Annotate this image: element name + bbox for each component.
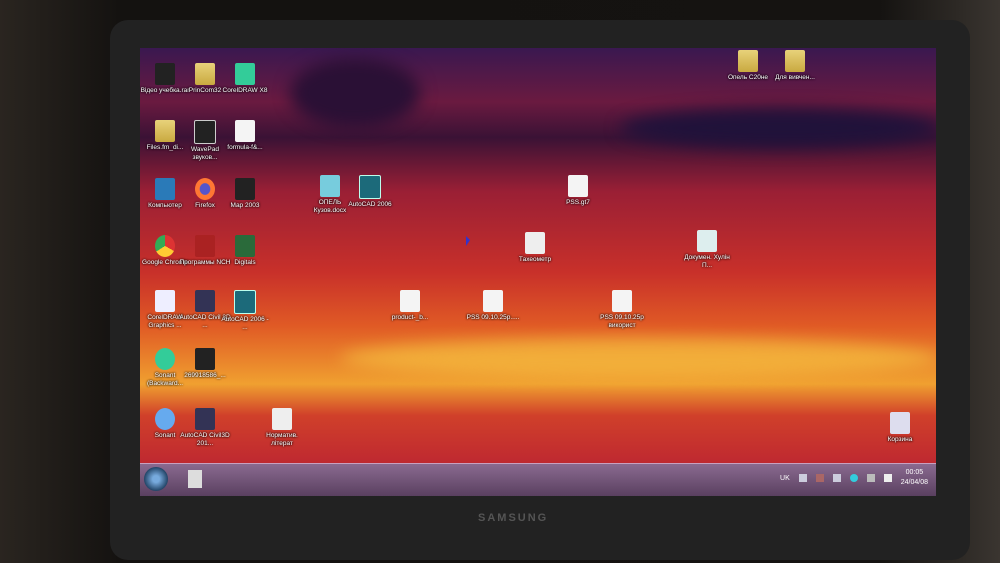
desktop-icon[interactable]: Докумен. Хулін П... (680, 230, 734, 270)
folder-icon (525, 232, 545, 254)
image-icon (195, 348, 215, 370)
desktop-icon[interactable]: Опель C20не (721, 50, 775, 82)
sonant-icon (155, 408, 175, 430)
desktop-icon[interactable]: AutoCAD Civil3D 201... (178, 408, 232, 448)
tray-app-icon[interactable] (815, 474, 824, 482)
coreldraw-icon (235, 63, 255, 85)
start-button[interactable] (144, 467, 168, 491)
folder-icon (738, 50, 758, 72)
nch-icon (195, 235, 215, 257)
network-signal-icon[interactable] (866, 474, 875, 482)
volume-icon[interactable] (832, 474, 841, 482)
desktop-icon[interactable]: AutoCAD 2006 (343, 175, 397, 209)
desktop-icon[interactable]: Норматив. літерат (255, 408, 309, 448)
folder-icon (785, 50, 805, 72)
desktop-icon[interactable]: Для вивчен... (768, 50, 822, 82)
pinned-app-icon[interactable] (188, 470, 202, 488)
desktop-icon[interactable]: Тахеометр (508, 232, 562, 264)
firefox-icon (195, 178, 215, 200)
folder-icon (697, 230, 717, 252)
clock-date: 24/04/08 (900, 479, 928, 486)
tray-app-icon[interactable] (849, 474, 858, 482)
desktop-icon[interactable]: formula-f&... (218, 120, 272, 152)
desktop-icon[interactable]: PSS 09.10.25p використ (595, 290, 649, 330)
desktop-icon[interactable]: AutoCAD 2006 - ... (218, 290, 272, 332)
folder-icon (272, 408, 292, 430)
desktop-icon[interactable]: PSS.gt7 (551, 175, 605, 207)
desktop-icon[interactable]: PSS 09.10.25p..... (466, 290, 520, 322)
desktop-icon[interactable]: CorelDRAW X8 (218, 63, 272, 95)
desktop-icon[interactable]: Map 2003 (218, 178, 272, 210)
tray-app-icon[interactable] (798, 474, 807, 482)
archive-icon (155, 63, 175, 85)
computer-icon (155, 178, 175, 200)
recycle-bin-icon (890, 412, 910, 434)
wavepad-icon (194, 120, 216, 144)
language-indicator[interactable]: UK (780, 475, 790, 482)
autocad-civil-icon (195, 290, 215, 312)
wallpaper-cloud (620, 108, 936, 148)
file-icon (483, 290, 503, 312)
desktop-icon[interactable]: 269918586_... (178, 348, 232, 380)
mouse-cursor (466, 236, 470, 246)
desktop[interactable]: Відео учебка.rar PrinCom32 CorelDRAW X8 … (140, 48, 936, 496)
clock-time: 00:05 (905, 469, 924, 476)
document-icon (400, 290, 420, 312)
map-icon (235, 178, 255, 200)
folder-icon (155, 120, 175, 142)
system-tray: UK 00:05 24/04/08 (780, 468, 928, 488)
music-file-icon (235, 120, 255, 142)
desktop-icon[interactable]: product-_b... (383, 290, 437, 322)
action-center-flag-icon[interactable] (883, 474, 892, 482)
taskbar: UK 00:05 24/04/08 (140, 463, 936, 496)
desktop-icon[interactable]: Корзина (873, 412, 927, 444)
autocad-icon (234, 290, 256, 314)
desktop-icon[interactable]: Digitals (218, 235, 272, 267)
brand-logo: SAMSUNG (478, 512, 549, 524)
chrome-icon (155, 235, 175, 257)
word-doc-icon (320, 175, 340, 197)
file-icon (612, 290, 632, 312)
wallpaper-cloud (340, 338, 936, 378)
folder-icon (195, 63, 215, 85)
digitals-icon (235, 235, 255, 257)
file-icon (568, 175, 588, 197)
sonant-icon (155, 348, 175, 370)
autocad-civil-icon (195, 408, 215, 430)
autocad-icon (359, 175, 381, 199)
coreldraw-graphics-icon (155, 290, 175, 312)
wallpaper-cloud (290, 58, 420, 128)
clock[interactable]: 00:05 24/04/08 (901, 468, 928, 488)
